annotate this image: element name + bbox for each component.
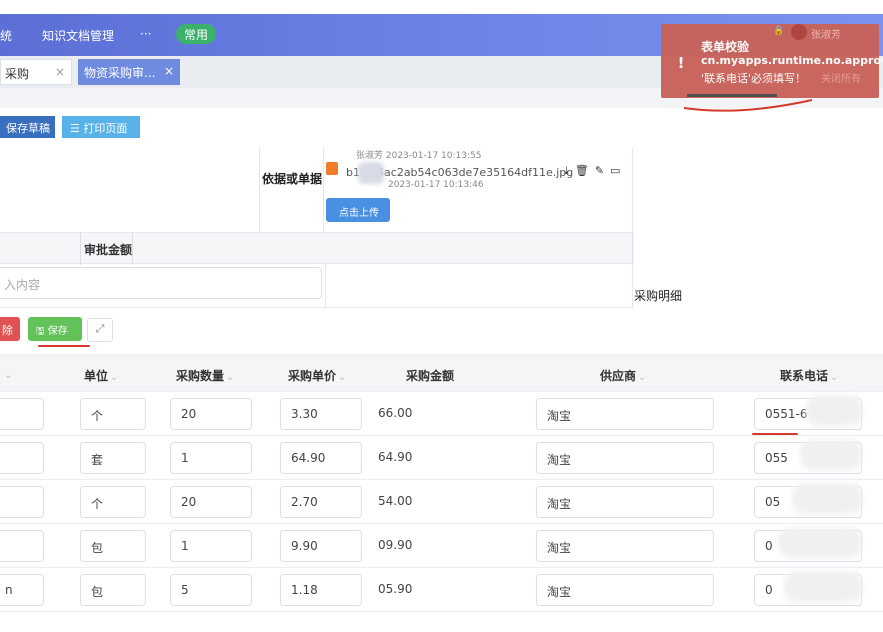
approve-amount-label: 审批金额 — [84, 243, 133, 257]
price-input[interactable]: 64.90 — [280, 442, 362, 474]
supplier-input[interactable]: 淘宝 — [536, 530, 714, 562]
basis-label: 依据或单据 — [262, 172, 323, 186]
qty-input[interactable]: 20 — [170, 486, 252, 518]
table-row: 个 20 3.30 66.00 淘宝 0551-6 — [0, 392, 883, 436]
divider — [259, 148, 260, 232]
upload-button[interactable]: 点击上传 — [326, 198, 390, 222]
divider — [325, 264, 326, 308]
nav-more[interactable]: ··· — [140, 27, 151, 41]
name-input[interactable]: n — [0, 574, 44, 606]
divider — [132, 233, 133, 265]
close-icon[interactable]: × — [55, 65, 65, 79]
expand-icon[interactable]: ⤢ — [87, 318, 113, 342]
divider — [632, 233, 633, 265]
table-header: ⌄ 单位 ⌄ 采购数量 ⌄ 采购单价 ⌄ 采购金额 供应商 ⌄ 联系电话 ⌄ — [0, 354, 883, 392]
col-name-header[interactable]: ⌄ — [2, 367, 12, 381]
col-unit-header[interactable]: 单位 ⌄ — [84, 367, 118, 384]
amount-value: 66.00 — [378, 406, 413, 420]
qty-input[interactable]: 1 — [170, 530, 252, 562]
divider — [632, 148, 633, 232]
table-row: n 包 5 1.18 05.90 淘宝 0 — [0, 568, 883, 612]
save-button[interactable]: 🖫 保存 — [28, 317, 82, 341]
divider — [0, 307, 634, 308]
toast-progress — [687, 94, 777, 97]
file-action-icons[interactable]: ⤓🗑✎▭ — [564, 164, 626, 178]
unit-input[interactable]: 包 — [80, 574, 146, 606]
tab-material-approval[interactable]: 物资采购审... × — [78, 59, 180, 85]
qty-input[interactable]: 20 — [170, 398, 252, 430]
user-name: 张淑芳 — [811, 30, 841, 41]
supplier-input[interactable]: 淘宝 — [536, 398, 714, 430]
nav-common-pill[interactable]: 常用 — [176, 24, 217, 44]
alert-shield-icon: ! — [677, 54, 685, 72]
price-input[interactable]: 1.18 — [280, 574, 362, 606]
toast-message: '联系电话'必须填写！ — [701, 72, 807, 85]
unit-input[interactable]: 包 — [80, 530, 146, 562]
name-input[interactable] — [0, 398, 44, 430]
qty-input[interactable]: 5 — [170, 574, 252, 606]
divider — [632, 264, 633, 308]
close-icon[interactable]: × — [164, 64, 174, 78]
divider — [323, 148, 324, 232]
table-row: 包 1 9.90 09.90 淘宝 0 — [0, 524, 883, 568]
unit-input[interactable]: 套 — [80, 442, 146, 474]
redaction-blur — [806, 396, 862, 426]
col-amount-header[interactable]: 采购金额 — [406, 367, 454, 384]
price-input[interactable]: 3.30 — [280, 398, 362, 430]
table-row: 套 1 64.90 64.90 淘宝 055 — [0, 436, 883, 480]
redaction-blur — [778, 528, 862, 558]
unit-input[interactable]: 个 — [80, 398, 146, 430]
lock-icon: 🔒 — [773, 26, 785, 36]
price-input[interactable]: 2.70 — [280, 486, 362, 518]
tab-label: 物资采购审... — [84, 66, 156, 80]
price-input[interactable]: 9.90 — [280, 530, 362, 562]
annotation-underline — [752, 433, 798, 435]
unit-input[interactable]: 个 — [80, 486, 146, 518]
nav-system[interactable]: 统 — [0, 27, 12, 44]
amount-value: 54.00 — [378, 494, 413, 508]
nav-knowledge-docs[interactable]: 知识文档管理 — [42, 27, 114, 44]
avatar — [791, 24, 807, 40]
print-page-button[interactable]: ☰ 打印页面 — [62, 116, 140, 138]
toast-code: cn.myapps.runtime.no.approval — [701, 54, 883, 67]
save-draft-button[interactable]: 保存草稿 — [0, 116, 55, 138]
file-uploader-meta: 张淑芳 2023-01-17 10:13:55 — [356, 151, 482, 161]
qty-input[interactable]: 1 — [170, 442, 252, 474]
image-file-icon — [326, 162, 338, 175]
redaction-blur — [800, 440, 862, 470]
toast-title: 表单校验 — [701, 40, 750, 54]
redaction-blur — [792, 484, 862, 514]
amount-value: 09.90 — [378, 538, 413, 552]
browser-strip — [0, 0, 883, 14]
col-phone-header[interactable]: 联系电话 ⌄ — [780, 367, 838, 384]
file-time: 2023-01-17 10:13:46 — [388, 180, 484, 190]
col-qty-header[interactable]: 采购数量 ⌄ — [176, 367, 234, 384]
validation-toast[interactable]: 🔒 张淑芳 ! 表单校验 cn.myapps.runtime.no.approv… — [661, 24, 883, 98]
col-price-header[interactable]: 采购单价 ⌄ — [288, 367, 346, 384]
close-all-link[interactable]: 关闭所有 — [821, 70, 861, 85]
amount-value: 64.90 — [378, 450, 413, 464]
name-input[interactable] — [0, 442, 44, 474]
tab-purchase[interactable]: 采购 × — [0, 59, 72, 85]
approve-amount-input[interactable]: 入内容 — [0, 267, 322, 299]
delete-button[interactable]: 除 — [0, 317, 20, 341]
supplier-input[interactable]: 淘宝 — [536, 574, 714, 606]
purchase-detail-label: 采购明细 — [634, 289, 683, 303]
name-input[interactable] — [0, 486, 44, 518]
blurred-thumbnail — [358, 162, 384, 184]
divider — [80, 233, 81, 265]
table-row: 个 20 2.70 54.00 淘宝 05 — [0, 480, 883, 524]
approve-amount-header: 审批金额 — [0, 232, 634, 265]
redaction-blur — [784, 572, 862, 602]
annotation-underline — [38, 345, 90, 347]
supplier-input[interactable]: 淘宝 — [536, 442, 714, 474]
amount-value: 05.90 — [378, 582, 413, 596]
name-input[interactable] — [0, 530, 44, 562]
supplier-input[interactable]: 淘宝 — [536, 486, 714, 518]
col-supplier-header[interactable]: 供应商 ⌄ — [600, 367, 646, 384]
tab-label: 采购 — [5, 67, 30, 81]
